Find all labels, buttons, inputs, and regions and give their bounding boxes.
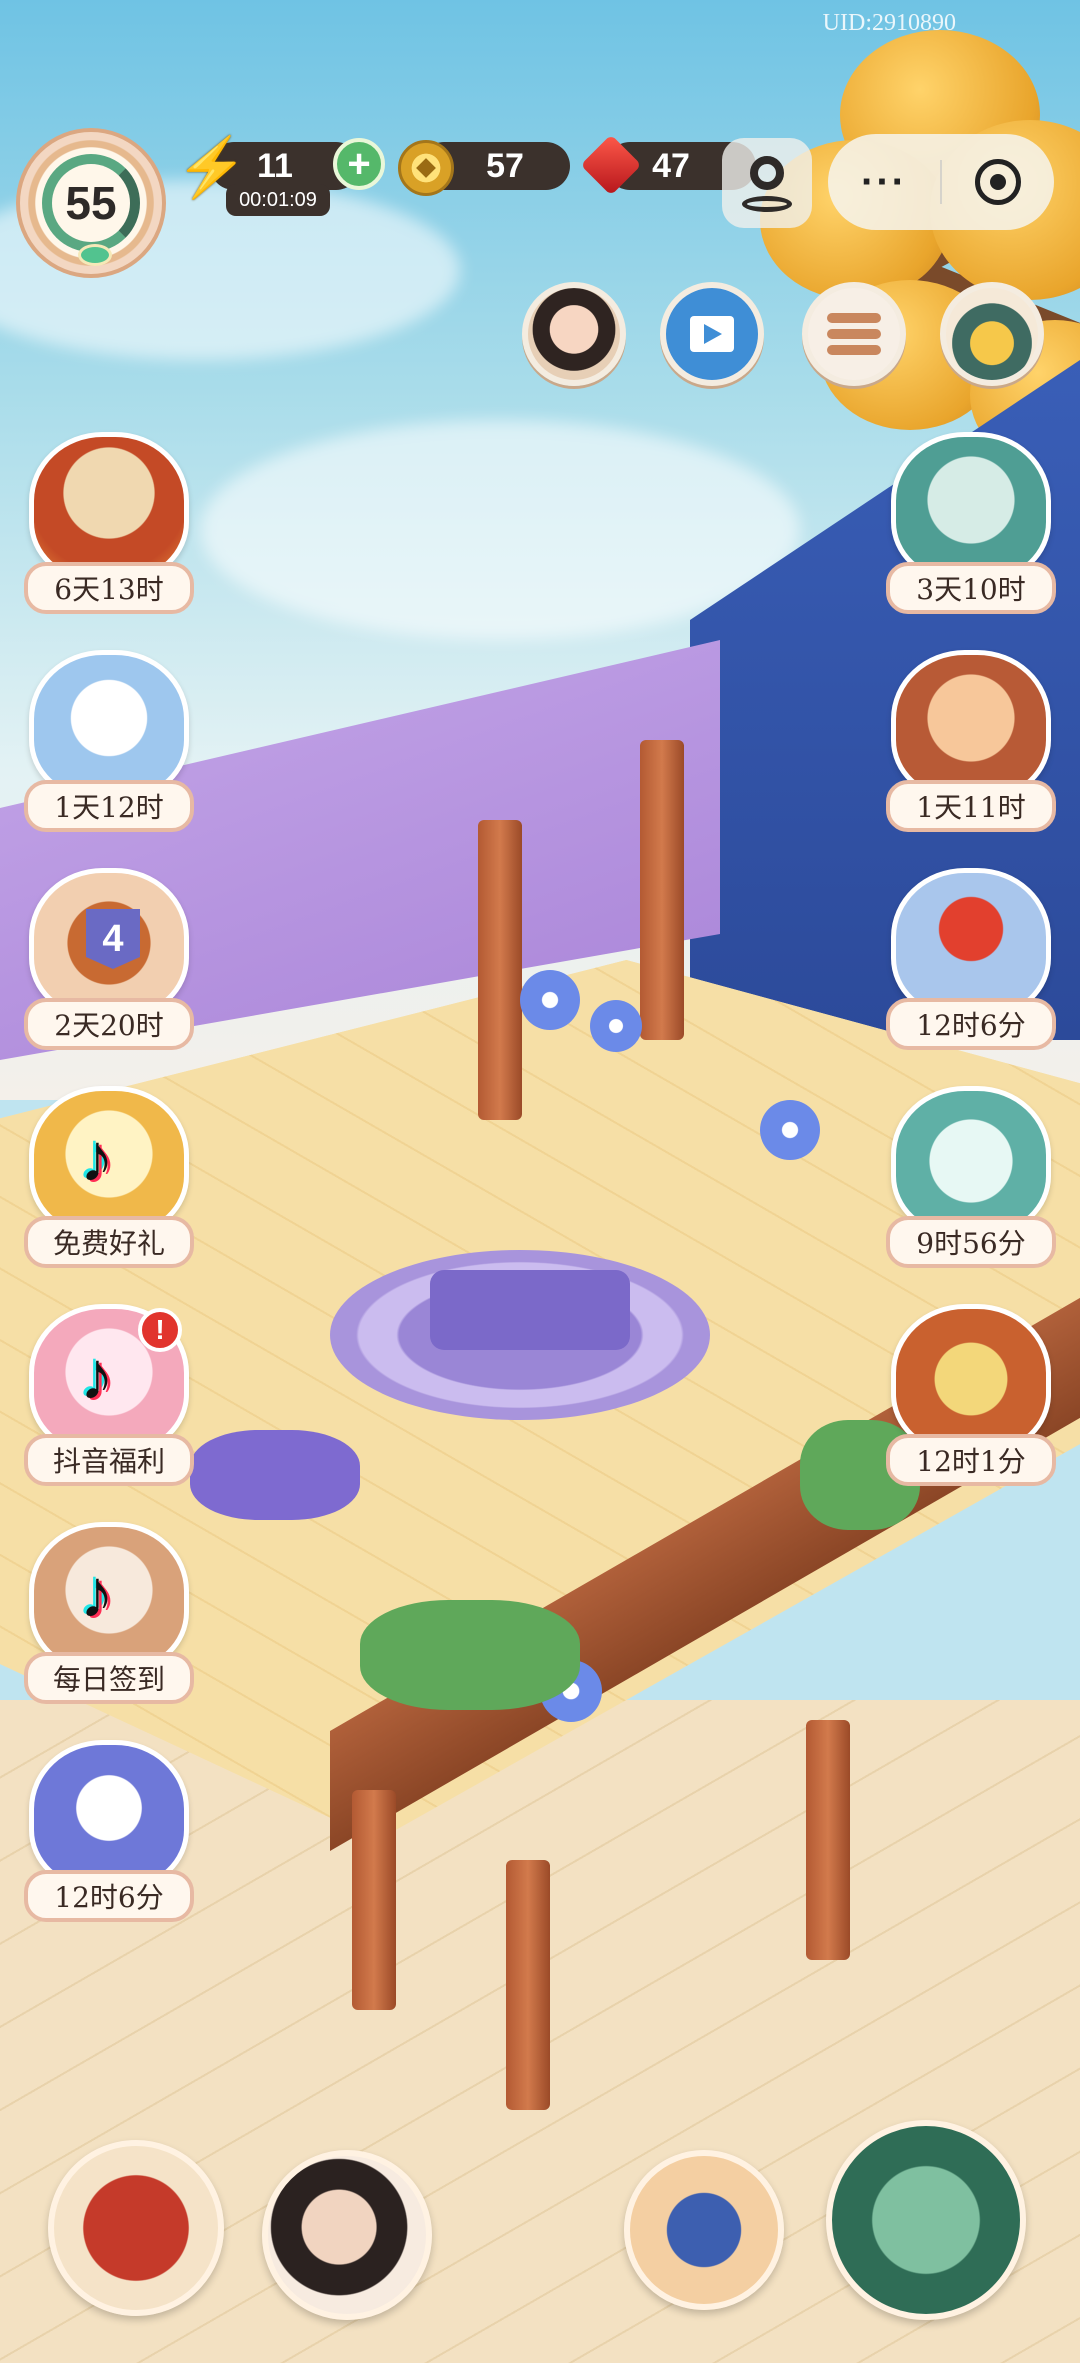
pillar (352, 1790, 396, 2010)
event-timer: 12时6分 (886, 998, 1056, 1050)
energy-timer: 00:01:09 (226, 184, 330, 216)
event-cards[interactable]: 12时1分 (876, 1304, 1066, 1494)
map-base-icon (742, 196, 792, 212)
cards-icon (891, 1304, 1051, 1454)
morning-glory[interactable] (760, 1100, 820, 1160)
add-energy-button[interactable]: + (333, 138, 385, 190)
journal-book-icon[interactable] (48, 2140, 224, 2316)
event-timer: 1天12时 (24, 780, 194, 832)
morning-glory[interactable] (590, 1000, 642, 1052)
mini-program-capsule: ··· (828, 134, 1054, 230)
bamboo-planter[interactable] (360, 1600, 580, 1710)
tiktok-icon: ♪ (80, 1338, 114, 1414)
event-timer: 1天11时 (886, 780, 1056, 832)
snowman-cat-icon (29, 650, 189, 800)
gift-bear-icon (891, 1086, 1051, 1236)
event-timer: 9时56分 (886, 1216, 1056, 1268)
event-label: 免费好礼 (24, 1216, 194, 1268)
event-timer: 3天10时 (886, 562, 1056, 614)
bath-cat-icon (891, 432, 1051, 582)
event-label: 抖音福利 (24, 1434, 194, 1486)
event-chest[interactable]: 4 2天20时 (14, 868, 204, 1058)
location-button[interactable] (722, 138, 812, 228)
pillar (806, 1720, 850, 1960)
shop-button[interactable] (940, 282, 1044, 386)
coin-value: 57 (486, 146, 524, 185)
player-level: 55 (65, 177, 117, 229)
chest-level-badge: 4 (86, 909, 140, 969)
more-menu-button[interactable]: ··· (828, 160, 940, 205)
pillar (478, 820, 522, 1120)
autumn-letters-icon (29, 432, 189, 582)
coin-icon (398, 140, 454, 196)
flower-bed[interactable] (190, 1430, 360, 1520)
event-label: 每日签到 (24, 1652, 194, 1704)
target-icon (975, 159, 1021, 205)
event-daily-checkin[interactable]: ♪ 每日签到 (14, 1522, 204, 1712)
level-badge[interactable]: 55 (16, 128, 166, 278)
gift-coins-icon: ♪ (29, 1086, 189, 1236)
list-icon (827, 313, 881, 323)
uid-label: UID:2910890 (822, 10, 956, 36)
event-timer: 12时1分 (886, 1434, 1056, 1486)
paper-crane-icon (29, 1740, 189, 1890)
morning-glory[interactable] (520, 970, 580, 1030)
event-timer: 12时6分 (24, 1870, 194, 1922)
red-fan-icon (891, 868, 1051, 1018)
event-bath-cat[interactable]: 3天10时 (876, 432, 1066, 622)
event-free-gift[interactable]: ♪ 免费好礼 (14, 1086, 204, 1276)
calligraphy-icon: ♪ (29, 1522, 189, 1672)
close-mini-program-button[interactable] (942, 159, 1054, 205)
event-douyin-welfare[interactable]: ♪ ! 抖音福利 (14, 1304, 204, 1494)
treasure-chest-icon: 4 (29, 868, 189, 1018)
video-icon (690, 316, 734, 352)
event-red-fan[interactable]: 12时6分 (876, 868, 1066, 1058)
event-gift-bear[interactable]: 9时56分 (876, 1086, 1066, 1276)
fan-cat-icon (891, 650, 1051, 800)
tea-table[interactable] (430, 1270, 630, 1350)
notification-badge: ! (138, 1308, 182, 1352)
pillar (640, 740, 684, 1040)
teapot-icon[interactable] (826, 2120, 1026, 2320)
task-list-button[interactable] (802, 282, 906, 386)
pillar (506, 1860, 550, 2110)
event-timer: 6天13时 (24, 562, 194, 614)
event-paper-crane[interactable]: 12时6分 (14, 1740, 204, 1930)
character-portrait-icon[interactable] (262, 2150, 432, 2320)
event-timer: 2天20时 (24, 998, 194, 1050)
energy-value: 11 (257, 146, 293, 185)
tiktok-icon: ♪ (80, 1556, 114, 1632)
video-button[interactable] (660, 282, 764, 386)
gem-value: 47 (652, 146, 690, 185)
event-snowman[interactable]: 1天12时 (14, 650, 204, 840)
event-autumn[interactable]: 6天13时 (14, 432, 204, 622)
tiktok-icon: ♪ (80, 1120, 114, 1196)
event-fan-cat[interactable]: 1天11时 (876, 650, 1066, 840)
pavilion-icon[interactable] (624, 2150, 784, 2310)
map-pin-icon (750, 156, 784, 190)
jade-icon (78, 244, 112, 266)
character-avatar-button[interactable] (522, 282, 626, 386)
